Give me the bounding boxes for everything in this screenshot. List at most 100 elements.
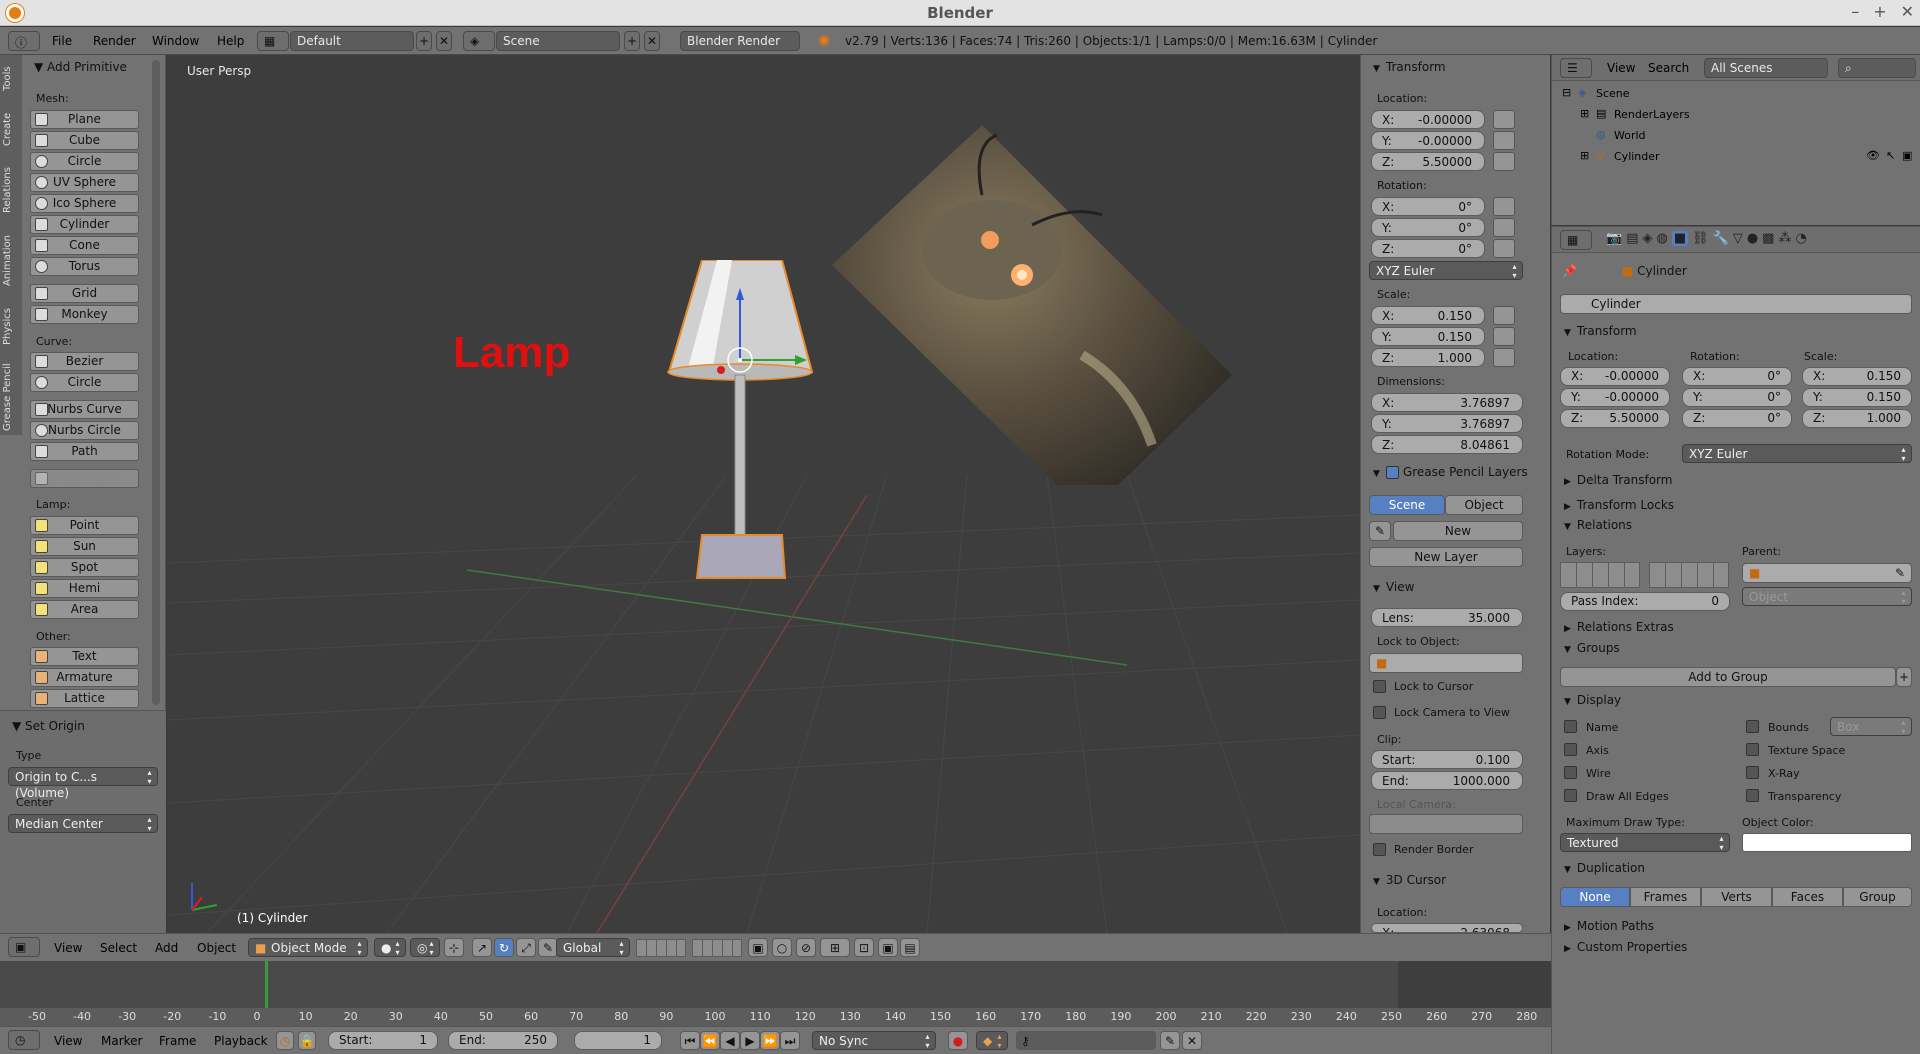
add-hemi-lamp-button[interactable]: Hemi: [30, 579, 139, 598]
play-icon[interactable]: ▶: [740, 1031, 760, 1050]
add-uv-sphere-button[interactable]: UV Sphere: [30, 173, 139, 192]
n-lock-scale-z-icon[interactable]: [1493, 348, 1515, 367]
add-area-lamp-button[interactable]: Area: [30, 600, 139, 619]
view3d-menu-select[interactable]: Select: [100, 941, 137, 955]
gp-new-button[interactable]: New: [1393, 521, 1523, 541]
jump-end-icon[interactable]: ⏭: [780, 1031, 800, 1050]
insert-keyframe-icon[interactable]: ✎: [1160, 1031, 1180, 1050]
transparency-checkbox[interactable]: [1746, 789, 1759, 802]
display-header[interactable]: Display: [1564, 693, 1621, 707]
render-tab-icon[interactable]: 📷: [1606, 231, 1622, 246]
toolshelf-scrollbar[interactable]: [152, 60, 160, 705]
p-scale-y[interactable]: Y: 0.150: [1802, 388, 1912, 407]
outliner-row-renderlayers[interactable]: ⊞ ▤ RenderLayers: [1552, 104, 1920, 125]
n-location-x[interactable]: X: -0.00000: [1371, 110, 1485, 129]
center-select[interactable]: Median Center: [8, 814, 158, 833]
outliner-row-scene[interactable]: ⊟ ◈ Scene: [1552, 83, 1920, 104]
scene-tab-icon[interactable]: ◈: [1642, 231, 1652, 246]
add-bezier-button[interactable]: Bezier: [30, 352, 139, 371]
parent-field[interactable]: ■ ✎: [1742, 563, 1912, 583]
n-transform-header[interactable]: Transform: [1373, 60, 1446, 74]
add-armature-button[interactable]: Armature: [30, 668, 139, 687]
parent-type-select[interactable]: Object: [1742, 587, 1912, 606]
object-name-field[interactable]: Cylinder: [1560, 294, 1912, 314]
layout-grid-icon[interactable]: ▦: [257, 31, 289, 51]
n-dimensions-x[interactable]: X: 3.76897: [1371, 393, 1523, 412]
visibility-eye-icon[interactable]: 👁: [1866, 149, 1880, 162]
maximize-icon[interactable]: +: [1873, 2, 1886, 21]
parent-eyedropper-icon[interactable]: ✎: [1895, 564, 1905, 582]
display-wire-checkbox[interactable]: [1564, 766, 1577, 779]
pin-icon[interactable]: 📌: [1562, 264, 1577, 278]
start-frame-field[interactable]: Start: 1: [328, 1031, 438, 1050]
texture-space-checkbox[interactable]: [1746, 743, 1759, 756]
gp-layers-checkbox[interactable]: [1385, 466, 1399, 479]
proportional-edit-icon[interactable]: ○: [772, 938, 792, 957]
lock-layers-icon[interactable]: ▣: [748, 938, 768, 957]
n-grease-pencil-header[interactable]: Grease Pencil Layers: [1373, 465, 1528, 479]
menu-help[interactable]: Help: [217, 34, 244, 48]
add-circle-button[interactable]: Circle: [30, 152, 139, 171]
render-camera-icon[interactable]: ▣: [1902, 149, 1912, 162]
timeline-menu-frame[interactable]: Frame: [159, 1034, 196, 1048]
auto-key-record-icon[interactable]: ●: [948, 1031, 968, 1050]
custom-properties-header[interactable]: Custom Properties: [1564, 940, 1687, 954]
manipulator-extra-icon[interactable]: ✎: [538, 938, 558, 957]
scene-select[interactable]: Scene: [496, 31, 620, 51]
modifiers-tab-icon[interactable]: 🔧: [1713, 231, 1729, 246]
p-scale-x[interactable]: X: 0.150: [1802, 367, 1912, 386]
keying-set-field[interactable]: ⚷: [1016, 1031, 1156, 1050]
dup-faces-button[interactable]: Faces: [1772, 887, 1843, 907]
add-ico-sphere-button[interactable]: Ico Sphere: [30, 194, 139, 213]
add-curve-circle-button[interactable]: Circle: [30, 373, 139, 392]
n-rotation-z[interactable]: Z: 0°: [1371, 239, 1485, 258]
play-reverse-icon[interactable]: ◀: [720, 1031, 740, 1050]
selectable-cursor-icon[interactable]: ↖: [1886, 149, 1895, 162]
p-scale-z[interactable]: Z: 1.000: [1802, 409, 1912, 428]
n-scale-z[interactable]: Z: 1.000: [1371, 348, 1485, 367]
timeline-menu-marker[interactable]: Marker: [101, 1034, 142, 1048]
n-lock-rotation-x-icon[interactable]: [1493, 197, 1515, 216]
keying-mode-select[interactable]: ◆: [976, 1031, 1008, 1050]
current-frame-field[interactable]: 1: [574, 1031, 662, 1050]
origin-type-select[interactable]: Origin to C...s (Volume): [8, 767, 158, 800]
view3d-editor-icon[interactable]: ▣: [8, 937, 40, 957]
tab-tools[interactable]: Tools: [2, 59, 20, 99]
layout-select[interactable]: Default: [290, 31, 414, 51]
remove-layout-icon[interactable]: ✕: [436, 31, 452, 51]
add-nurbs-curve-button[interactable]: Nurbs Curve: [30, 400, 139, 419]
add-torus-button[interactable]: Torus: [30, 257, 139, 276]
layers-grid-b[interactable]: [1649, 562, 1729, 588]
timeline-menu-playback[interactable]: Playback: [214, 1034, 268, 1048]
view3d-menu-object[interactable]: Object: [197, 941, 236, 955]
snap-toggle-icon[interactable]: ⊘: [796, 938, 816, 957]
outliner-row-world[interactable]: ◍ World: [1552, 125, 1920, 146]
n-lens-field[interactable]: Lens: 35.000: [1371, 608, 1523, 627]
outliner-row-cylinder[interactable]: ⊞ ▽ Cylinder 👁 ↖ ▣: [1552, 146, 1920, 167]
relations-extras-header[interactable]: Relations Extras: [1564, 620, 1674, 634]
add-path-button[interactable]: Path: [30, 442, 139, 461]
object-color-swatch[interactable]: [1742, 833, 1912, 852]
tab-animation[interactable]: Animation: [2, 227, 20, 295]
material-tab-icon[interactable]: ●: [1747, 231, 1758, 246]
groups-header[interactable]: Groups: [1564, 641, 1620, 655]
duplication-header[interactable]: Duplication: [1564, 861, 1645, 875]
properties-editor-icon[interactable]: ▦: [1560, 230, 1592, 250]
view3d-menu-add[interactable]: Add: [155, 941, 178, 955]
display-axis-checkbox[interactable]: [1564, 743, 1577, 756]
bounds-type-select[interactable]: Box: [1830, 717, 1912, 736]
outliner-search-input[interactable]: ⌕: [1838, 58, 1916, 78]
outliner-editor-icon[interactable]: ☰: [1560, 58, 1592, 78]
particles-tab-icon[interactable]: ⁂: [1778, 231, 1791, 246]
add-grid-button[interactable]: Grid: [30, 284, 139, 303]
tab-physics[interactable]: Physics: [2, 301, 20, 353]
n-lock-object-field[interactable]: ■: [1369, 653, 1523, 673]
p-location-z[interactable]: Z: 5.50000: [1560, 409, 1670, 428]
layers-grid-a[interactable]: [1560, 562, 1640, 588]
jump-key-back-icon[interactable]: ⏪: [700, 1031, 720, 1050]
add-layout-icon[interactable]: +: [416, 31, 432, 51]
end-frame-field[interactable]: End: 250: [448, 1031, 558, 1050]
minimize-icon[interactable]: –: [1851, 2, 1859, 21]
tab-relations[interactable]: Relations: [2, 159, 20, 221]
add-cylinder-button[interactable]: Cylinder: [30, 215, 139, 234]
